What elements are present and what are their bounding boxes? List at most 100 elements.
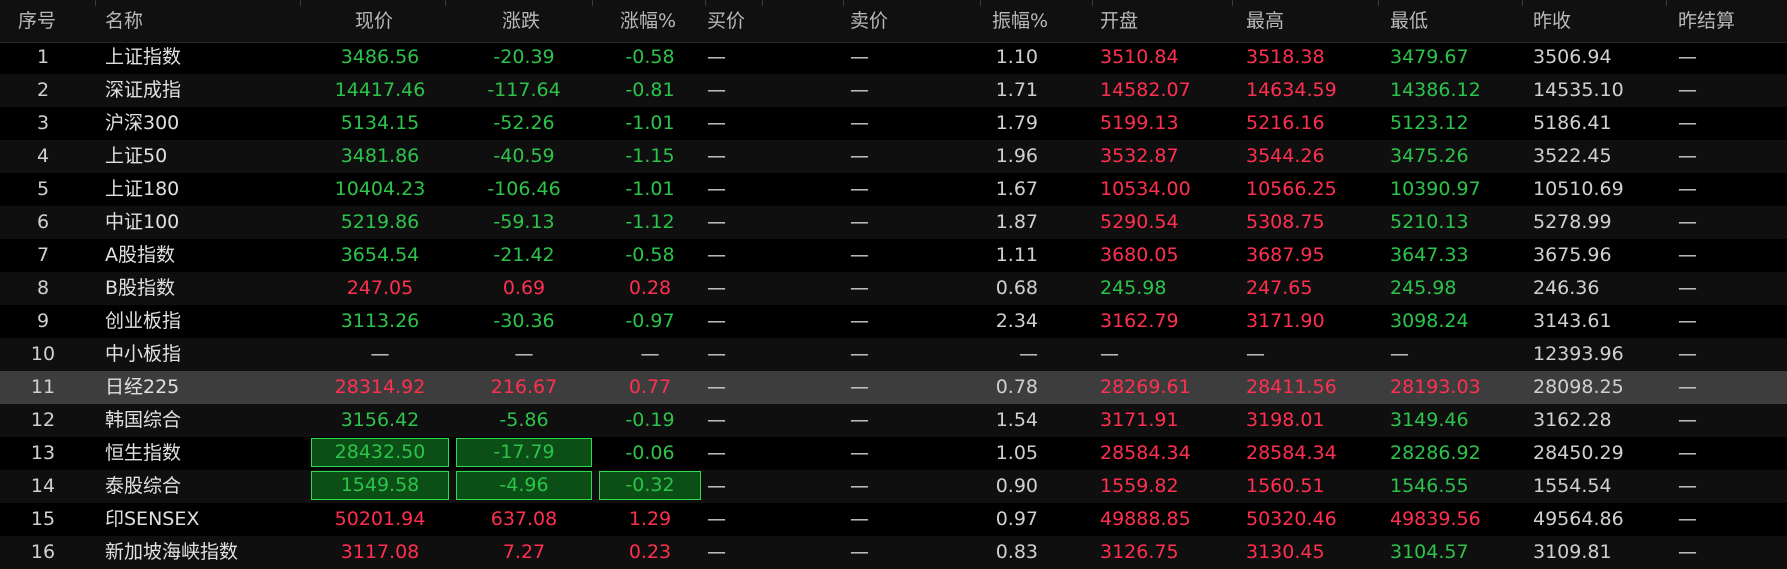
ask-cell: —: [850, 376, 869, 398]
ask-cell: —: [850, 442, 869, 464]
header-low[interactable]: 最低: [1390, 0, 1428, 42]
header-name[interactable]: 名称: [105, 0, 143, 42]
header-index[interactable]: 序号: [18, 0, 56, 42]
header-prev-close[interactable]: 昨收: [1533, 0, 1571, 42]
low-cell: 5210.13: [1390, 211, 1469, 233]
column-divider[interactable]: [1092, 0, 1093, 6]
table-row[interactable]: 4 上证50 3481.86 -40.59 -1.15 — — 1.96 3532.87 3544…: [0, 140, 1787, 173]
column-divider[interactable]: [705, 0, 706, 6]
change-pct-cell: -1.12: [625, 211, 675, 233]
change-cell: -40.59: [493, 145, 555, 167]
column-divider[interactable]: [592, 0, 593, 6]
high-cell: 28584.34: [1246, 442, 1337, 464]
header-price[interactable]: 现价: [355, 0, 393, 42]
index-cell: 7: [36, 244, 50, 266]
prev-settle-cell: —: [1678, 46, 1697, 68]
index-cell: 15: [30, 508, 56, 530]
column-divider[interactable]: [1666, 0, 1667, 6]
column-divider[interactable]: [980, 0, 981, 6]
change-pct-cell: 0.77: [628, 376, 672, 398]
bid-cell: —: [707, 409, 726, 431]
price-cell: 10404.23: [334, 178, 426, 200]
header-open[interactable]: 开盘: [1100, 0, 1138, 42]
header-change[interactable]: 涨跌: [502, 0, 540, 42]
open-cell: 3532.87: [1100, 145, 1179, 167]
change-pct-cell: -0.19: [625, 409, 675, 431]
prev-settle-cell: —: [1678, 376, 1697, 398]
prev-close-cell: 12393.96: [1533, 343, 1624, 365]
prev-close-cell: 3522.45: [1533, 145, 1612, 167]
change-cell: 216.67: [490, 376, 558, 398]
change-pct-cell: -1.01: [625, 112, 675, 134]
bid-cell: —: [707, 46, 726, 68]
price-cell: 3117.08: [340, 541, 420, 563]
table-row[interactable]: 1 上证指数 3486.56 -20.39 -0.58 — — 1.10 3510.84 3518…: [0, 41, 1787, 74]
index-cell: 8: [36, 277, 50, 299]
table-row[interactable]: 10 中小板指 — — — — — — — — — 12393.96 —: [0, 338, 1787, 371]
prev-close-cell: 3162.28: [1533, 409, 1612, 431]
column-divider[interactable]: [1232, 0, 1233, 6]
price-cell: 14417.46: [334, 79, 426, 101]
open-cell: 28269.61: [1100, 376, 1191, 398]
change-pct-cell: -0.58: [625, 244, 675, 266]
header-prev-settle[interactable]: 昨结算: [1678, 0, 1735, 42]
low-cell: 10390.97: [1390, 178, 1481, 200]
high-cell: 3130.45: [1246, 541, 1325, 563]
header-change-pct[interactable]: 涨幅%: [620, 0, 676, 42]
table-row[interactable]: 2 深证成指 14417.46 -117.64 -0.81 — — 1.71 14582.07 1…: [0, 74, 1787, 107]
table-row[interactable]: 9 创业板指 3113.26 -30.36 -0.97 — — 2.34 3162.79 3171…: [0, 305, 1787, 338]
column-divider[interactable]: [1378, 0, 1379, 6]
bid-cell: —: [707, 79, 726, 101]
prev-close-cell: 3143.61: [1533, 310, 1612, 332]
change-cell: -20.39: [493, 46, 555, 68]
prev-close-cell: 49564.86: [1533, 508, 1624, 530]
table-row[interactable]: 11 日经225 28314.92 216.67 0.77 — — 0.78 28269.61 2…: [0, 371, 1787, 404]
column-divider[interactable]: [300, 0, 301, 6]
amplitude-cell: 0.78: [995, 376, 1038, 398]
open-cell: 245.98: [1100, 277, 1167, 299]
name-cell: B股指数: [105, 277, 176, 299]
high-cell: 5308.75: [1246, 211, 1325, 233]
change-cell: -4.96: [456, 471, 592, 500]
price-cell: 50201.94: [334, 508, 426, 530]
header-high[interactable]: 最高: [1246, 0, 1284, 42]
change-cell: -30.36: [493, 310, 555, 332]
table-row[interactable]: 6 中证100 5219.86 -59.13 -1.12 — — 1.87 5290.54 530…: [0, 206, 1787, 239]
low-cell: 1546.55: [1390, 475, 1469, 497]
column-divider[interactable]: [445, 0, 446, 6]
bid-cell: —: [707, 310, 726, 332]
header-bid[interactable]: 买价: [707, 0, 745, 42]
table-row[interactable]: 13 恒生指数 28432.50 -17.79 -0.06 — — 1.05 28584.34 2…: [0, 437, 1787, 470]
price-cell: 28314.92: [334, 376, 426, 398]
table-row[interactable]: 16 新加坡海峡指数 3117.08 7.27 0.23 — — 0.83 3126.75 313…: [0, 536, 1787, 569]
high-cell: 10566.25: [1246, 178, 1337, 200]
name-cell: 新加坡海峡指数: [105, 541, 239, 563]
column-divider[interactable]: [843, 0, 844, 6]
column-divider[interactable]: [762, 0, 763, 6]
column-divider[interactable]: [1522, 0, 1523, 6]
amplitude-cell: 1.96: [995, 145, 1038, 167]
open-cell: 3126.75: [1100, 541, 1179, 563]
prev-close-cell: 1554.54: [1533, 475, 1612, 497]
table-row[interactable]: 14 泰股综合 1549.58 -4.96 -0.32 — — 0.90 1559.82 1560…: [0, 470, 1787, 503]
high-cell: 247.65: [1246, 277, 1313, 299]
amplitude-cell: 0.83: [995, 541, 1038, 563]
high-cell: 3198.01: [1246, 409, 1325, 431]
table-row[interactable]: 8 B股指数 247.05 0.69 0.28 — — 0.68 245.98 247.65 245…: [0, 272, 1787, 305]
table-row[interactable]: 15 印SENSEX 50201.94 637.08 1.29 — — 0.97 49888.8…: [0, 503, 1787, 536]
name-cell: 中小板指: [105, 343, 182, 365]
table-row[interactable]: 5 上证180 10404.23 -106.46 -1.01 — — 1.67 10534.00…: [0, 173, 1787, 206]
low-cell: 14386.12: [1390, 79, 1481, 101]
change-pct-cell: -0.97: [625, 310, 675, 332]
table-row[interactable]: 12 韩国综合 3156.42 -5.86 -0.19 — — 1.54 3171.91 3198…: [0, 404, 1787, 437]
change-pct-cell: -0.32: [599, 471, 701, 500]
header-amplitude[interactable]: 振幅%: [992, 0, 1048, 42]
low-cell: 49839.56: [1390, 508, 1481, 530]
table-row[interactable]: 7 A股指数 3654.54 -21.42 -0.58 — — 1.11 3680.05 3687…: [0, 239, 1787, 272]
column-divider[interactable]: [95, 0, 96, 6]
header-ask[interactable]: 卖价: [850, 0, 888, 42]
prev-settle-cell: —: [1678, 310, 1697, 332]
index-cell: 14: [30, 475, 56, 497]
change-pct-cell: -0.58: [625, 46, 675, 68]
table-row[interactable]: 3 沪深300 5134.15 -52.26 -1.01 — — 1.79 5199.13 521…: [0, 107, 1787, 140]
